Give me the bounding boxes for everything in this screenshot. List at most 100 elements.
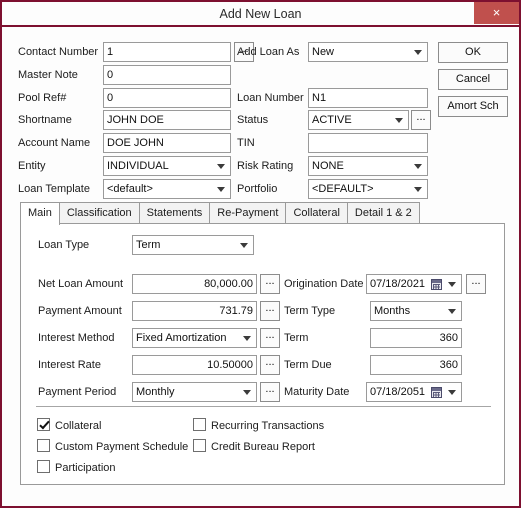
label-interest-method: Interest Method <box>38 328 114 348</box>
interest-rate-input[interactable]: 10.50000 <box>132 355 257 375</box>
label-loan-type: Loan Type <box>38 235 89 255</box>
checkbox-participation[interactable]: Participation <box>37 460 116 475</box>
interest-method-select[interactable]: Fixed Amortization <box>132 328 257 348</box>
chevron-down-icon <box>240 243 248 248</box>
tab-strip: MainClassificationStatementsRe-PaymentCo… <box>20 202 419 224</box>
close-icon[interactable]: × <box>474 2 519 24</box>
add-loan-as-select[interactable]: New <box>308 42 428 62</box>
title-bar: Add New Loan × <box>2 2 519 27</box>
window-title: Add New Loan <box>2 2 519 27</box>
loan-template-select[interactable]: <default> <box>103 179 231 199</box>
risk-rating-value: NONE <box>312 160 344 172</box>
checkbox-indicator[interactable] <box>37 460 50 473</box>
label-contact-number: Contact Number <box>18 42 98 62</box>
label-account-name: Account Name <box>18 133 90 153</box>
chevron-down-icon <box>243 336 251 341</box>
checkbox-collateral[interactable]: Collateral <box>37 418 101 433</box>
tab-re-payment[interactable]: Re-Payment <box>209 202 286 224</box>
chevron-down-icon <box>414 187 422 192</box>
shortname-input[interactable]: JOHN DOE <box>103 110 231 130</box>
checkbox-indicator[interactable] <box>37 418 50 431</box>
chevron-down-icon <box>217 164 225 169</box>
status-select[interactable]: ACTIVE <box>308 110 409 130</box>
status-ellipsis-button[interactable]: ... <box>411 110 431 130</box>
label-tin: TIN <box>237 133 255 153</box>
add-new-loan-window: Add New Loan × Contact Number1... Master … <box>0 0 521 508</box>
payment-period-ellipsis-button[interactable]: ... <box>260 382 280 402</box>
chevron-down-icon[interactable] <box>448 390 456 395</box>
label-entity: Entity <box>18 156 46 176</box>
account-name-input[interactable]: DOE JOHN <box>103 133 231 153</box>
loan-type-select[interactable]: Term <box>132 235 254 255</box>
checkbox-label: Credit Bureau Report <box>211 441 315 453</box>
calendar-icon[interactable] <box>431 387 442 398</box>
amort-sch-button[interactable]: Amort Sch <box>438 96 508 117</box>
cancel-button[interactable]: Cancel <box>438 69 508 90</box>
label-term-type: Term Type <box>284 301 335 321</box>
tab-main[interactable]: Main <box>20 202 60 225</box>
interest-rate-ellipsis-button[interactable]: ... <box>260 355 280 375</box>
tab-detail-1-2[interactable]: Detail 1 & 2 <box>347 202 420 224</box>
term-type-value: Months <box>374 305 410 317</box>
status-value: ACTIVE <box>312 114 352 126</box>
label-pool-ref: Pool Ref# <box>18 88 66 108</box>
entity-select[interactable]: INDIVIDUAL <box>103 156 231 176</box>
checkbox-indicator[interactable] <box>193 418 206 431</box>
maturity-date-date-input[interactable]: 07/18/2051 <box>366 382 462 402</box>
interest-method-ellipsis-button[interactable]: ... <box>260 328 280 348</box>
calendar-icon[interactable] <box>431 279 442 290</box>
tab-collateral[interactable]: Collateral <box>285 202 347 224</box>
checkbox-recurring-transactions[interactable]: Recurring Transactions <box>193 418 324 433</box>
origination-date-ellipsis-button[interactable]: ... <box>466 274 486 294</box>
net-loan-amount-input[interactable]: 80,000.00 <box>132 274 257 294</box>
chevron-down-icon[interactable] <box>448 282 456 287</box>
label-net-loan-amount: Net Loan Amount <box>38 274 123 294</box>
entity-value: INDIVIDUAL <box>107 160 169 172</box>
term-type-select[interactable]: Months <box>370 301 462 321</box>
payment-amount-ellipsis-button[interactable]: ... <box>260 301 280 321</box>
payment-amount-input[interactable]: 731.79 <box>132 301 257 321</box>
loan-type-value: Term <box>136 239 160 251</box>
checkbox-label: Participation <box>55 462 116 474</box>
checkbox-indicator[interactable] <box>193 439 206 452</box>
checkbox-credit-bureau-report[interactable]: Credit Bureau Report <box>193 439 315 454</box>
label-term: Term <box>284 328 308 348</box>
loan-number-input[interactable]: N1 <box>308 88 428 108</box>
label-term-due: Term Due <box>284 355 332 375</box>
checkbox-custom-payment-schedule[interactable]: Custom Payment Schedule <box>37 439 188 454</box>
tab-classification[interactable]: Classification <box>59 202 140 224</box>
label-status: Status <box>237 110 268 130</box>
term-due-input[interactable]: 360 <box>370 355 462 375</box>
label-loan-template: Loan Template <box>18 179 90 199</box>
payment-period-select[interactable]: Monthly <box>132 382 257 402</box>
main-tab-panel: Loan Type Term Net Loan Amount 80,000.00...… <box>20 223 505 485</box>
master-note-input[interactable]: 0 <box>103 65 231 85</box>
label-master-note: Master Note <box>18 65 78 85</box>
label-portfolio: Portfolio <box>237 179 277 199</box>
net-loan-amount-ellipsis-button[interactable]: ... <box>260 274 280 294</box>
label-loan-number: Loan Number <box>237 88 304 108</box>
maturity-date-value: 07/18/2051 <box>370 386 425 398</box>
label-shortname: Shortname <box>18 110 72 130</box>
chevron-down-icon <box>414 50 422 55</box>
portfolio-select[interactable]: <DEFAULT> <box>308 179 428 199</box>
risk-rating-select[interactable]: NONE <box>308 156 428 176</box>
tab-statements[interactable]: Statements <box>139 202 211 224</box>
contact-number-input[interactable]: 1 <box>103 42 231 62</box>
label-maturity-date: Maturity Date <box>284 382 349 402</box>
ok-button[interactable]: OK <box>438 42 508 63</box>
checkbox-indicator[interactable] <box>37 439 50 452</box>
origination-date-date-input[interactable]: 07/18/2021 <box>366 274 462 294</box>
checkbox-label: Custom Payment Schedule <box>55 441 188 453</box>
label-payment-amount: Payment Amount <box>38 301 122 321</box>
label-origination-date: Origination Date <box>284 274 364 294</box>
payment-period-value: Monthly <box>136 386 175 398</box>
section-divider <box>36 406 491 407</box>
tin-input[interactable] <box>308 133 428 153</box>
label-payment-period: Payment Period <box>38 382 116 402</box>
pool-ref-input[interactable]: 0 <box>103 88 231 108</box>
interest-method-value: Fixed Amortization <box>136 332 226 344</box>
checkbox-label: Recurring Transactions <box>211 420 324 432</box>
term-input[interactable]: 360 <box>370 328 462 348</box>
chevron-down-icon <box>217 187 225 192</box>
